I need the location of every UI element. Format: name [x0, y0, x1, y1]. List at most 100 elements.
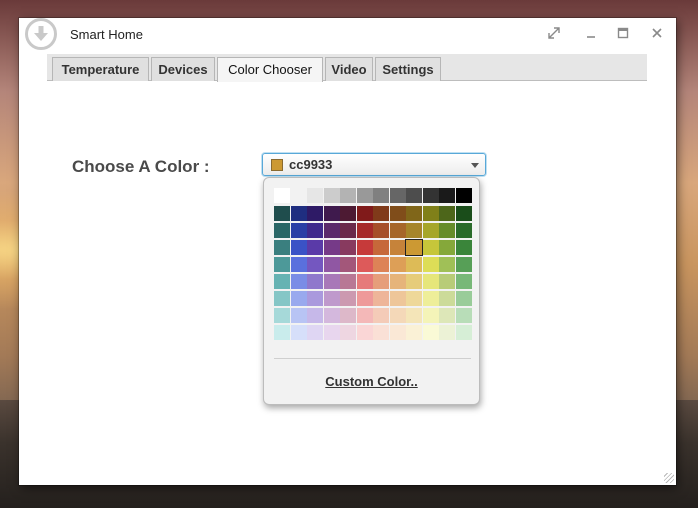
- color-swatch[interactable]: [340, 291, 356, 306]
- color-swatch[interactable]: [373, 188, 389, 203]
- color-swatch[interactable]: [439, 223, 455, 238]
- color-swatch[interactable]: [373, 257, 389, 272]
- color-swatch[interactable]: [422, 206, 439, 221]
- color-swatch[interactable]: [340, 257, 356, 272]
- color-swatch[interactable]: [356, 223, 373, 238]
- color-swatch[interactable]: [290, 206, 307, 221]
- color-swatch[interactable]: [406, 206, 422, 221]
- color-swatch[interactable]: [422, 240, 439, 255]
- color-swatch[interactable]: [406, 223, 422, 238]
- color-swatch[interactable]: [439, 308, 455, 323]
- color-swatch[interactable]: [373, 240, 389, 255]
- color-swatch[interactable]: [455, 291, 472, 306]
- color-swatch[interactable]: [274, 257, 290, 272]
- tab-temperature[interactable]: Temperature: [52, 57, 149, 81]
- color-swatch[interactable]: [389, 308, 406, 323]
- color-swatch[interactable]: [290, 223, 307, 238]
- tab-video[interactable]: Video: [325, 57, 373, 81]
- color-swatch[interactable]: [307, 188, 323, 203]
- color-swatch[interactable]: [455, 206, 472, 221]
- color-swatch[interactable]: [439, 257, 455, 272]
- color-swatch[interactable]: [290, 240, 307, 255]
- color-swatch[interactable]: [274, 308, 290, 323]
- color-swatch[interactable]: [373, 274, 389, 289]
- color-swatch[interactable]: [406, 325, 422, 340]
- color-swatch[interactable]: [340, 325, 356, 340]
- color-swatch[interactable]: [389, 325, 406, 340]
- color-swatch[interactable]: [389, 206, 406, 221]
- color-swatch[interactable]: [422, 188, 439, 203]
- color-swatch[interactable]: [455, 223, 472, 238]
- color-swatch[interactable]: [340, 274, 356, 289]
- color-swatch[interactable]: [323, 223, 340, 238]
- color-swatch[interactable]: [340, 206, 356, 221]
- tab-devices[interactable]: Devices: [151, 57, 215, 81]
- color-swatch[interactable]: [373, 223, 389, 238]
- color-swatch[interactable]: [439, 291, 455, 306]
- color-swatch[interactable]: [422, 257, 439, 272]
- color-swatch[interactable]: [274, 274, 290, 289]
- color-swatch[interactable]: [274, 240, 290, 255]
- color-swatch[interactable]: [323, 291, 340, 306]
- color-swatch[interactable]: [373, 291, 389, 306]
- minimize-icon[interactable]: [584, 26, 598, 40]
- color-swatch[interactable]: [340, 223, 356, 238]
- color-swatch[interactable]: [274, 223, 290, 238]
- color-swatch[interactable]: [290, 308, 307, 323]
- color-swatch[interactable]: [406, 257, 422, 272]
- color-swatch[interactable]: [274, 325, 290, 340]
- maximize-icon[interactable]: [547, 26, 561, 40]
- color-swatch[interactable]: [274, 188, 290, 203]
- color-swatch[interactable]: [274, 206, 290, 221]
- tab-color-chooser[interactable]: Color Chooser: [217, 57, 323, 82]
- color-swatch[interactable]: [406, 188, 422, 203]
- color-swatch[interactable]: [323, 325, 340, 340]
- color-swatch[interactable]: [340, 188, 356, 203]
- color-swatch[interactable]: [307, 274, 323, 289]
- title-bar[interactable]: Smart Home: [19, 18, 676, 54]
- color-swatch[interactable]: [323, 274, 340, 289]
- color-swatch[interactable]: [323, 188, 340, 203]
- color-swatch[interactable]: [422, 223, 439, 238]
- color-swatch[interactable]: [439, 325, 455, 340]
- color-swatch[interactable]: [356, 325, 373, 340]
- color-swatch[interactable]: [290, 291, 307, 306]
- custom-color-link[interactable]: Custom Color..: [264, 374, 479, 389]
- color-swatch[interactable]: [455, 325, 472, 340]
- color-swatch[interactable]: [274, 291, 290, 306]
- color-swatch[interactable]: [455, 188, 472, 203]
- color-swatch[interactable]: [307, 257, 323, 272]
- color-swatch[interactable]: [406, 308, 422, 323]
- color-swatch[interactable]: [356, 308, 373, 323]
- color-swatch[interactable]: [422, 308, 439, 323]
- color-swatch[interactable]: [455, 308, 472, 323]
- color-swatch[interactable]: [373, 308, 389, 323]
- color-swatch[interactable]: [422, 291, 439, 306]
- color-swatch[interactable]: [323, 206, 340, 221]
- color-swatch[interactable]: [356, 274, 373, 289]
- color-swatch[interactable]: [373, 325, 389, 340]
- color-swatch[interactable]: [323, 308, 340, 323]
- chevron-down-icon[interactable]: [471, 163, 479, 168]
- color-picker-combo[interactable]: cc9933: [262, 153, 486, 176]
- color-swatch[interactable]: [323, 240, 340, 255]
- restore-icon[interactable]: [616, 26, 630, 40]
- color-swatch[interactable]: [439, 188, 455, 203]
- color-swatch[interactable]: [307, 308, 323, 323]
- color-swatch[interactable]: [406, 274, 422, 289]
- color-swatch[interactable]: [290, 188, 307, 203]
- color-swatch[interactable]: [290, 257, 307, 272]
- color-swatch[interactable]: [406, 291, 422, 306]
- color-swatch[interactable]: [405, 239, 423, 256]
- color-swatch[interactable]: [455, 240, 472, 255]
- color-swatch[interactable]: [455, 257, 472, 272]
- close-icon[interactable]: [650, 26, 664, 40]
- resize-grip-icon[interactable]: [664, 473, 674, 483]
- color-swatch[interactable]: [356, 240, 373, 255]
- color-swatch[interactable]: [455, 274, 472, 289]
- color-swatch[interactable]: [323, 257, 340, 272]
- color-swatch[interactable]: [290, 325, 307, 340]
- color-swatch[interactable]: [439, 206, 455, 221]
- color-swatch[interactable]: [422, 325, 439, 340]
- color-swatch[interactable]: [389, 223, 406, 238]
